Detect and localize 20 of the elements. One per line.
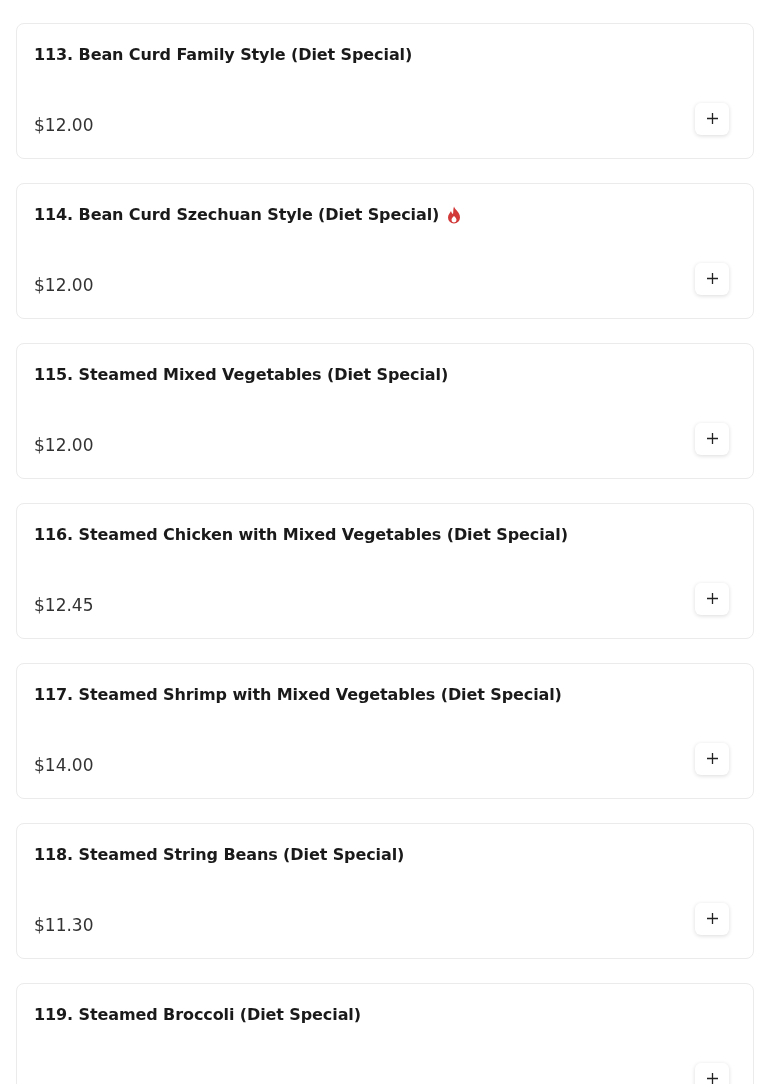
item-name: 116. Steamed Chicken with Mixed Vegetables (Diet Special) [34, 525, 568, 544]
plus-icon [706, 593, 718, 604]
plus-icon [706, 913, 718, 924]
item-name: 115. Steamed Mixed Vegetables (Diet Special) [34, 365, 449, 384]
item-price: $12.00 [34, 113, 94, 135]
plus-icon [706, 113, 718, 124]
item-name: 118. Steamed String Beans (Diet Special) [34, 845, 405, 864]
plus-icon [706, 433, 718, 444]
item-name: 119. Steamed Broccoli (Diet Special) [34, 1005, 361, 1024]
plus-icon [706, 1073, 718, 1084]
item-name: 114. Bean Curd Szechuan Style (Diet Special) [34, 205, 440, 224]
item-price: $12.45 [34, 593, 94, 615]
plus-icon [706, 273, 718, 284]
item-price: $12.00 [34, 273, 94, 295]
item-price: $11.30 [34, 913, 94, 935]
item-price: $14.00 [34, 753, 94, 775]
item-name: 117. Steamed Shrimp with Mixed Vegetables (Diet Special) [34, 685, 562, 704]
plus-icon [706, 753, 718, 764]
item-price: $12.00 [34, 433, 94, 455]
item-name: 113. Bean Curd Family Style (Diet Special) [34, 45, 413, 64]
